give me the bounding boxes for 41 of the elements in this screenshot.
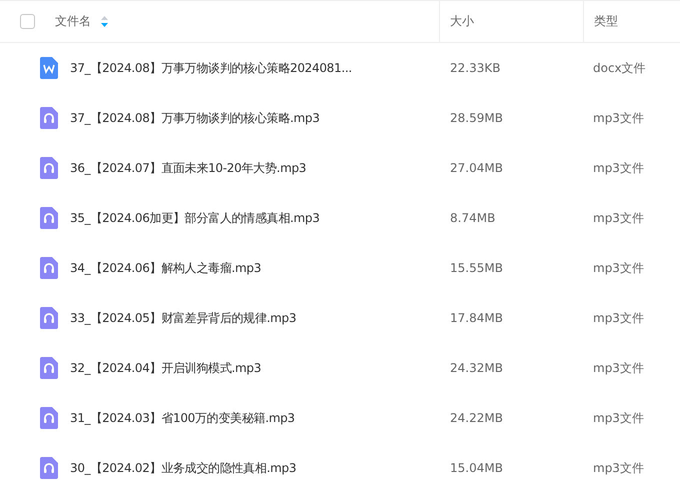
headphones-icon	[40, 107, 58, 129]
file-type: mp3文件	[593, 360, 644, 376]
file-name[interactable]: 31_【2024.03】省100万的变美秘籍.mp3	[70, 410, 295, 426]
file-name[interactable]: 36_【2024.07】直面未来10-20年大势.mp3	[70, 160, 306, 176]
headphones-icon	[40, 407, 58, 429]
file-name[interactable]: 37_【2024.08】万事万物谈判的核心策略.mp3	[70, 110, 320, 126]
file-type: mp3文件	[593, 460, 644, 476]
headphones-icon	[40, 207, 58, 229]
file-type: mp3文件	[593, 160, 644, 176]
file-name[interactable]: 37_【2024.08】万事万物谈判的核心策略2024081...	[70, 60, 352, 76]
file-type: mp3文件	[593, 110, 644, 126]
select-all-checkbox[interactable]	[20, 14, 35, 29]
file-size: 24.32MB	[450, 361, 503, 375]
file-size: 22.33KB	[450, 61, 500, 75]
file-size: 8.74MB	[450, 211, 496, 225]
file-type: mp3文件	[593, 210, 644, 226]
file-type: mp3文件	[593, 410, 644, 426]
sort-icon[interactable]	[101, 16, 108, 27]
size-column-header[interactable]: 大小	[450, 13, 474, 30]
file-name[interactable]: 32_【2024.04】开启训狗模式.mp3	[70, 360, 262, 376]
headphones-icon	[40, 357, 58, 379]
file-size: 17.84MB	[450, 311, 503, 325]
file-name[interactable]: 35_【2024.06加更】部分富人的情感真相.mp3	[70, 210, 320, 226]
headphones-icon	[40, 157, 58, 179]
file-type: docx文件	[593, 60, 646, 76]
file-size: 27.04MB	[450, 161, 503, 175]
name-column-header[interactable]: 文件名	[55, 13, 91, 30]
file-size: 15.55MB	[450, 261, 503, 275]
file-type: mp3文件	[593, 310, 644, 326]
file-size: 28.59MB	[450, 111, 503, 125]
file-name[interactable]: 33_【2024.05】财富差异背后的规律.mp3	[70, 310, 296, 326]
headphones-icon	[40, 307, 58, 329]
file-size: 24.22MB	[450, 411, 503, 425]
file-name[interactable]: 30_【2024.02】业务成交的隐性真相.mp3	[70, 460, 296, 476]
file-size: 15.04MB	[450, 461, 503, 475]
headphones-icon	[40, 457, 58, 479]
type-column-header[interactable]: 类型	[594, 13, 618, 30]
headphones-icon	[40, 257, 58, 279]
document-icon	[40, 57, 58, 79]
file-type: mp3文件	[593, 260, 644, 276]
file-name[interactable]: 34_【2024.06】解构人之毒瘤.mp3	[70, 260, 262, 276]
